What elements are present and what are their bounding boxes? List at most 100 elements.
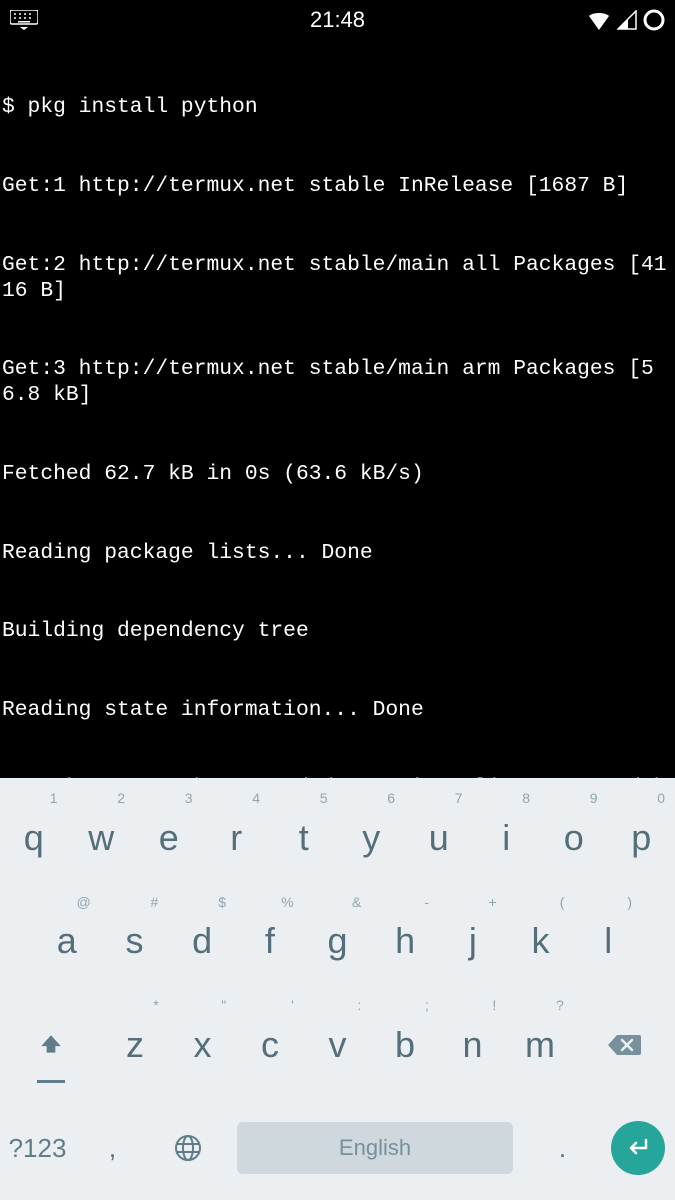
keyboard-row-1: 1q 2w 3e 4r 5t 6y 7u 8i 9o 0p: [0, 786, 675, 890]
key-z[interactable]: *z: [101, 993, 169, 1097]
space-key[interactable]: English: [225, 1097, 525, 1200]
key-label: s: [125, 920, 143, 962]
key-w[interactable]: 2w: [68, 786, 136, 890]
key-label: b: [395, 1024, 415, 1066]
key-label: d: [192, 920, 212, 962]
key-hint: #: [151, 894, 159, 910]
key-hint: 6: [387, 790, 395, 806]
wifi-icon: [587, 10, 611, 30]
terminal-line: Reading state information... Done: [2, 697, 673, 723]
language-key[interactable]: [150, 1097, 225, 1200]
key-label: r: [230, 817, 242, 859]
symbols-key[interactable]: ?123: [0, 1097, 75, 1200]
key-hint: -: [424, 894, 429, 910]
key-hint: ?: [556, 997, 564, 1013]
terminal-line: Fetched 62.7 kB in 0s (63.6 kB/s): [2, 461, 673, 487]
key-hint: (: [560, 894, 565, 910]
terminal-output[interactable]: $ pkg install python Get:1 http://termux…: [0, 40, 675, 778]
key-v[interactable]: :v: [304, 993, 372, 1097]
terminal-line: Get:2 http://termux.net stable/main all …: [2, 252, 673, 304]
key-r[interactable]: 4r: [203, 786, 271, 890]
key-label: i: [502, 817, 510, 859]
key-p[interactable]: 0p: [608, 786, 675, 890]
keyboard-indicator-icon: [10, 10, 38, 30]
key-m[interactable]: ?m: [506, 993, 574, 1097]
key-label: .: [559, 1133, 566, 1164]
key-label: o: [564, 817, 584, 859]
key-hint: :: [357, 997, 361, 1013]
key-label: t: [299, 817, 309, 859]
key-hint: &: [352, 894, 361, 910]
enter-icon: [624, 1134, 652, 1162]
period-key[interactable]: .: [525, 1097, 600, 1200]
enter-key[interactable]: [600, 1097, 675, 1200]
cell-signal-icon: [617, 10, 637, 30]
key-e[interactable]: 3e: [135, 786, 203, 890]
system-icon: [643, 9, 665, 31]
key-hint: *: [153, 997, 158, 1013]
key-f[interactable]: %f: [236, 890, 304, 994]
key-label: f: [265, 920, 275, 962]
key-label: h: [395, 920, 415, 962]
key-j[interactable]: +j: [439, 890, 507, 994]
key-c[interactable]: 'c: [236, 993, 304, 1097]
key-hint: 2: [117, 790, 125, 806]
key-label: n: [462, 1024, 482, 1066]
key-label: z: [126, 1024, 144, 1066]
key-hint: 3: [185, 790, 193, 806]
key-hint: @: [76, 894, 90, 910]
key-label: y: [362, 817, 380, 859]
space-label: English: [339, 1135, 411, 1161]
key-n[interactable]: !n: [439, 993, 507, 1097]
key-t[interactable]: 5t: [270, 786, 338, 890]
key-hint: ': [291, 997, 294, 1013]
key-label: v: [329, 1024, 347, 1066]
key-label: p: [631, 817, 651, 859]
terminal-line: Building dependency tree: [2, 618, 673, 644]
key-hint: 5: [320, 790, 328, 806]
key-s[interactable]: #s: [101, 890, 169, 994]
key-label: e: [159, 817, 179, 859]
key-label: x: [194, 1024, 212, 1066]
key-hint: ": [221, 997, 226, 1013]
terminal-line: Get:1 http://termux.net stable InRelease…: [2, 173, 673, 199]
key-x[interactable]: "x: [169, 993, 237, 1097]
key-g[interactable]: &g: [304, 890, 372, 994]
terminal-line: $ pkg install python: [2, 94, 673, 120]
terminal-line: Get:3 http://termux.net stable/main arm …: [2, 356, 673, 408]
key-hint: +: [489, 894, 497, 910]
key-u[interactable]: 7u: [405, 786, 473, 890]
key-d[interactable]: $d: [168, 890, 236, 994]
key-label: k: [532, 920, 550, 962]
space-bar: English: [237, 1122, 513, 1174]
key-hint: 1: [50, 790, 58, 806]
key-label: c: [261, 1024, 279, 1066]
soft-keyboard: 1q 2w 3e 4r 5t 6y 7u 8i 9o 0p @a #s $d %…: [0, 778, 675, 1200]
backspace-key[interactable]: [574, 993, 675, 1097]
key-hint: 9: [590, 790, 598, 806]
key-label: j: [469, 920, 477, 962]
key-h[interactable]: -h: [371, 890, 439, 994]
key-y[interactable]: 6y: [338, 786, 406, 890]
key-o[interactable]: 9o: [540, 786, 608, 890]
key-k[interactable]: (k: [507, 890, 575, 994]
keyboard-row-2: @a #s $d %f &g -h +j (k )l: [0, 890, 675, 994]
enter-circle: [611, 1121, 665, 1175]
key-hint: 0: [657, 790, 665, 806]
key-l[interactable]: )l: [574, 890, 642, 994]
status-bar: 21:48: [0, 0, 675, 40]
key-q[interactable]: 1q: [0, 786, 68, 890]
key-b[interactable]: ;b: [371, 993, 439, 1097]
key-i[interactable]: 8i: [473, 786, 541, 890]
key-hint: %: [281, 894, 293, 910]
key-a[interactable]: @a: [33, 890, 101, 994]
comma-key[interactable]: ,: [75, 1097, 150, 1200]
terminal-line: Reading package lists... Done: [2, 540, 673, 566]
keyboard-row-4: ?123 , English .: [0, 1097, 675, 1200]
shift-icon: [38, 1032, 64, 1058]
key-label: w: [88, 817, 114, 859]
key-label: l: [604, 920, 612, 962]
key-hint: $: [218, 894, 226, 910]
shift-key[interactable]: [0, 993, 101, 1097]
key-label: a: [57, 920, 77, 962]
